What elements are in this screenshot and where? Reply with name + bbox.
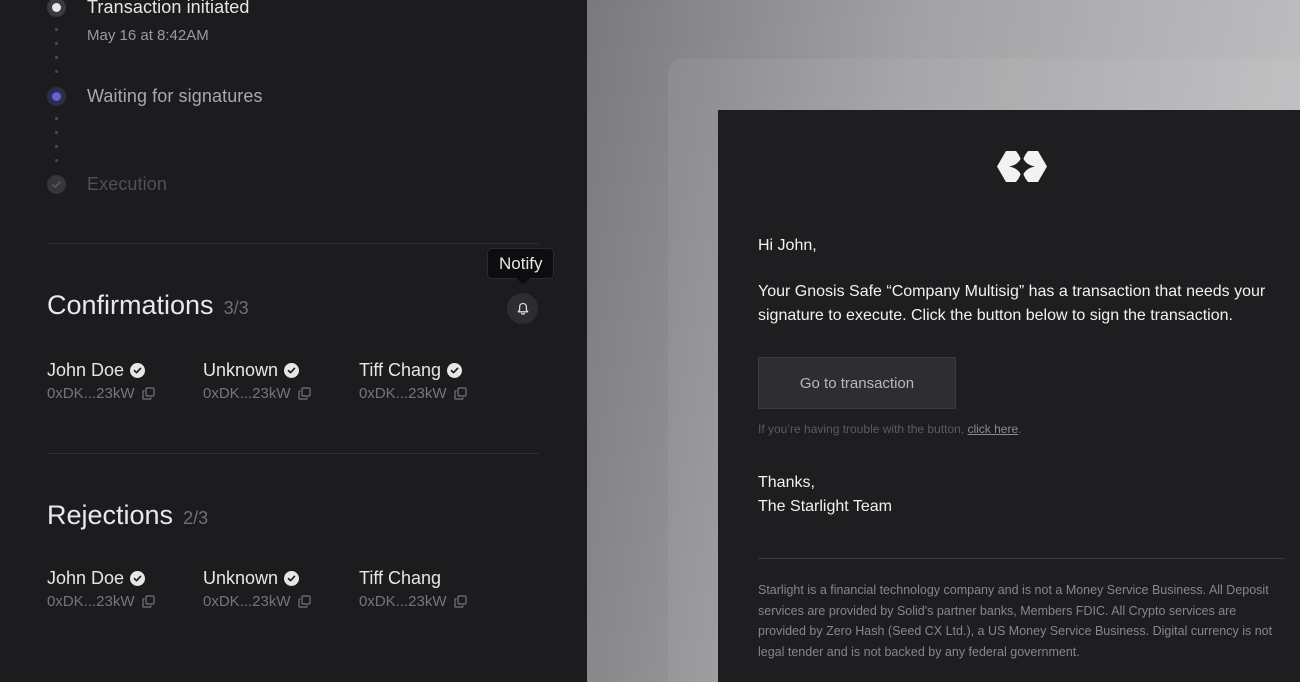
notification-email: Hi John, Your Gnosis Safe “Company Multi…	[718, 110, 1300, 682]
confirmations-title: Confirmations	[47, 290, 214, 320]
confirmation-signer: Tiff Chang 0xDK...23kW	[359, 360, 509, 402]
step-pending-check-icon	[47, 175, 66, 194]
signer-name: John Doe	[47, 568, 125, 588]
copy-icon[interactable]	[297, 387, 311, 400]
email-team-signature: The Starlight Team	[758, 498, 892, 515]
timeline-connector	[55, 28, 58, 84]
copy-icon[interactable]	[453, 387, 467, 400]
signer-name: Tiff Chang	[359, 568, 442, 588]
starlight-logo-icon	[996, 150, 1048, 188]
notify-button[interactable]	[507, 293, 538, 324]
confirmation-signer: Unknown 0xDK...23kW	[203, 360, 353, 402]
transaction-detail-panel: Transaction initiated May 16 at 8:42AM W…	[0, 0, 587, 682]
copy-icon[interactable]	[297, 595, 311, 608]
signer-address: 0xDK...23kW	[203, 385, 291, 402]
signer-address: 0xDK...23kW	[203, 593, 291, 610]
copy-icon[interactable]	[453, 595, 467, 608]
email-divider	[758, 558, 1285, 559]
signer-address: 0xDK...23kW	[359, 385, 447, 402]
confirmations-count: 3/3	[223, 298, 249, 318]
trouble-text: If you’re having trouble with the button…	[758, 422, 968, 436]
signer-name: Tiff Chang	[359, 360, 442, 380]
rejection-signer: Unknown 0xDK...23kW	[203, 568, 353, 610]
signer-address: 0xDK...23kW	[359, 593, 447, 610]
confirmations-heading: Confirmations 3/3	[47, 290, 249, 321]
rejections-title: Rejections	[47, 500, 174, 530]
rejection-signer: John Doe 0xDK...23kW	[47, 568, 197, 610]
signer-address: 0xDK...23kW	[47, 593, 135, 610]
timeline-step-label: Execution	[87, 174, 167, 194]
copy-icon[interactable]	[141, 595, 155, 608]
timeline-step-label: Transaction initiated	[87, 0, 250, 17]
email-signoff: Thanks,	[758, 474, 815, 491]
verified-check-icon	[447, 363, 463, 378]
trouble-suffix: .	[1018, 422, 1022, 436]
rejections-heading: Rejections 2/3	[47, 500, 208, 531]
verified-check-icon	[284, 363, 300, 378]
click-here-link[interactable]: click here	[967, 422, 1018, 436]
email-disclaimer: Starlight is a financial technology comp…	[758, 583, 1273, 659]
trouble-notice: If you’re having trouble with the button…	[758, 422, 1022, 436]
timeline-step-label: Waiting for signatures	[87, 86, 263, 106]
email-body: Your Gnosis Safe “Company Multisig” has …	[758, 283, 1266, 324]
go-to-transaction-button[interactable]: Go to transaction	[758, 357, 956, 409]
verified-check-icon	[284, 571, 300, 586]
step-complete-icon	[47, 0, 66, 17]
signer-address: 0xDK...23kW	[47, 385, 135, 402]
verified-check-icon	[130, 571, 146, 586]
timeline-step-timestamp: May 16 at 8:42AM	[87, 27, 209, 44]
verified-check-icon	[130, 363, 146, 378]
notify-tooltip: Notify	[487, 248, 555, 285]
copy-icon[interactable]	[141, 387, 155, 400]
step-active-icon	[47, 87, 66, 106]
transaction-timeline: Transaction initiated May 16 at 8:42AM W…	[47, 0, 547, 210]
rejection-signer: Tiff Chang 0xDK...23kW	[359, 568, 509, 610]
section-divider	[47, 453, 539, 454]
signer-name: Unknown	[203, 360, 279, 380]
signer-name: John Doe	[47, 360, 125, 380]
rejections-count: 2/3	[183, 508, 209, 528]
bell-icon	[517, 302, 528, 315]
signer-name: Unknown	[203, 568, 279, 588]
section-divider	[47, 243, 539, 244]
timeline-connector	[55, 117, 58, 173]
confirmation-signer: John Doe 0xDK...23kW	[47, 360, 197, 402]
email-greeting: Hi John,	[758, 237, 817, 254]
